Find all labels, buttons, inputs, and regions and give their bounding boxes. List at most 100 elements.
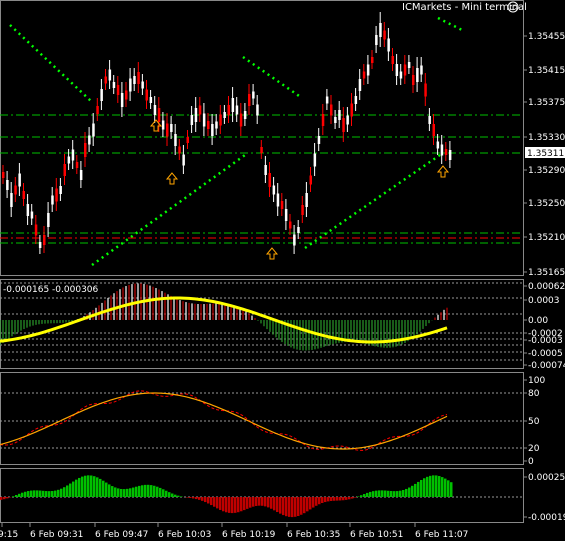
osc-bar: [279, 497, 282, 514]
candle-body: [30, 211, 34, 219]
osc-bar: [324, 497, 327, 503]
time-label: 6 Feb 10:51: [350, 530, 403, 540]
osc-bar: [153, 485, 156, 497]
time-label: 6 Feb 10:19: [222, 530, 276, 540]
candle-body: [10, 193, 13, 207]
osc-bar: [432, 475, 435, 497]
current-price-tag: 1.35311: [525, 147, 565, 159]
osc-bar: [375, 490, 378, 497]
osc-bar: [258, 497, 261, 506]
candle-body: [272, 185, 276, 195]
osc-bar: [369, 491, 372, 497]
trendline: [242, 55, 303, 100]
osc-bar: [138, 485, 141, 497]
candle-body: [153, 105, 157, 115]
candle-body: [2, 172, 5, 178]
candle-body: [75, 162, 79, 168]
osc-bar: [111, 486, 114, 497]
price-tick: 1.35290: [528, 166, 565, 176]
osc-bar: [18, 493, 21, 497]
candle-body: [145, 89, 148, 101]
osc-bar: [207, 497, 210, 504]
up-arrow-icon: [436, 165, 450, 178]
osc-bar: [435, 475, 438, 497]
candle-body: [268, 173, 271, 187]
candle-body: [96, 106, 99, 114]
osc-bar: [393, 491, 396, 497]
osc-bar: [57, 489, 60, 497]
osc-bar: [195, 497, 198, 500]
macd-tick: 0.0003: [528, 296, 560, 306]
candle-body: [256, 104, 259, 116]
candle-body: [125, 90, 128, 100]
candle-body: [227, 105, 230, 115]
time-label: 9:15: [0, 530, 18, 540]
trendlines: [9, 16, 463, 267]
osc-bar: [288, 497, 291, 517]
candle-body: [387, 38, 390, 52]
osc-bar: [63, 487, 66, 497]
osc-bar: [39, 490, 42, 497]
indicator-values: -0.000165 -0.000306: [3, 285, 99, 295]
candle-body: [235, 105, 239, 115]
osc-bar: [78, 477, 81, 497]
osc-bar: [228, 497, 231, 513]
osc-bar: [372, 491, 375, 497]
candle-body: [338, 110, 341, 120]
candle-body: [100, 89, 103, 101]
osc-bar: [105, 482, 108, 497]
candle-body: [133, 76, 136, 84]
osc-bar: [312, 497, 315, 508]
candle-body: [92, 123, 95, 137]
osc-bar: [36, 490, 39, 497]
candle-body: [186, 137, 189, 143]
osc-bar: [132, 487, 135, 497]
candle-body: [416, 68, 419, 82]
osc-bar: [60, 488, 63, 497]
osc-bar: [15, 495, 18, 497]
osc-bar: [378, 490, 381, 497]
osc-bar: [420, 479, 423, 497]
price-tick: 1.35210: [528, 233, 565, 243]
osc-bar: [234, 497, 237, 513]
candle-body: [141, 81, 144, 89]
time-label: 6 Feb 09:47: [95, 530, 148, 540]
osc-bar: [387, 490, 390, 497]
osc-bar: [201, 497, 204, 501]
candle-body: [47, 213, 50, 227]
candle-body: [88, 135, 91, 145]
osc-bar: [330, 497, 333, 501]
osc-bar: [309, 497, 312, 510]
osc-bar: [405, 488, 408, 497]
osc-tick: -0.00019: [528, 513, 565, 523]
osc-bar: [102, 480, 105, 497]
chart-canvas[interactable]: ICMarkets - Mini terminal 1.354551.35415…: [0, 0, 565, 541]
osc-bar: [75, 479, 78, 497]
osc-bar: [12, 496, 15, 497]
candle-body: [252, 91, 255, 99]
candle-body: [407, 62, 411, 68]
macd-tick: 0.00062: [528, 282, 565, 292]
candle-body: [379, 23, 382, 37]
trendline: [437, 16, 463, 32]
osc-bar: [444, 478, 447, 497]
osc-bar: [93, 476, 96, 497]
candle-body: [391, 56, 394, 64]
osc-bar: [231, 497, 234, 514]
candle-body: [284, 209, 288, 221]
oscillator-histogram: [0, 475, 453, 518]
candle-body: [182, 154, 185, 166]
osc-bar: [126, 488, 129, 497]
osc-bar: [129, 488, 132, 497]
candle-body: [403, 64, 407, 76]
candle-body: [346, 115, 349, 125]
osc-bar: [294, 497, 297, 517]
candle-body: [202, 113, 206, 127]
osc-bar: [450, 482, 453, 497]
stochastic-lines: [0, 390, 448, 451]
trendline: [304, 153, 441, 250]
candle-body: [6, 180, 9, 190]
osc-bar: [426, 476, 429, 497]
osc-bar: [198, 497, 201, 500]
candle-body: [358, 79, 362, 91]
